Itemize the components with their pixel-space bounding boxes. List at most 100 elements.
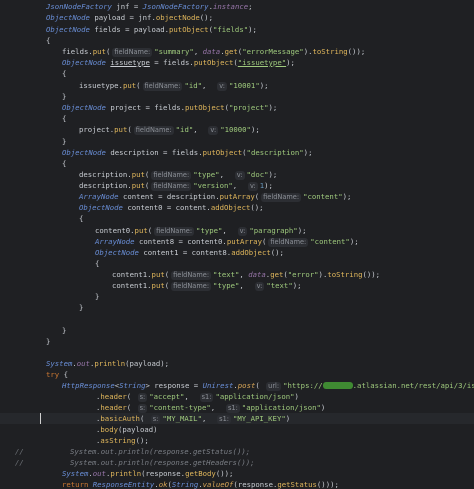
code-line[interactable]: { <box>0 258 474 269</box>
code-line[interactable]: content0.put(fieldName: "type", v: "paragr… <box>0 225 474 236</box>
code-line[interactable]: .header( s: "content-type", s1: "applicati… <box>0 402 474 413</box>
code-line[interactable]: content1.put(fieldName: "text", data.get(… <box>0 269 474 280</box>
code-text: .body(payload) <box>96 424 158 435</box>
code-token: content8 = content0. <box>134 237 227 246</box>
code-token: put <box>92 47 106 56</box>
code-line[interactable]: ObjectNode project = fields.putObject("p… <box>0 102 474 113</box>
code-editor[interactable]: JsonNodeFactory jnf = JsonNodeFactory.in… <box>0 0 474 489</box>
code-token: "type" <box>196 226 223 235</box>
code-line[interactable]: ObjectNode content1 = content8.addObject… <box>0 247 474 258</box>
code-line[interactable]: } <box>0 325 474 336</box>
code-token: ); <box>268 103 278 112</box>
code-line[interactable]: HttpResponse<String> response = Unirest.… <box>0 380 474 391</box>
code-line[interactable]: .header( s: "accept", s1: "application/jso… <box>0 391 474 402</box>
code-text: { <box>62 68 66 79</box>
code-line[interactable]: ObjectNode payload = jnf.objectNode(); <box>0 12 474 23</box>
code-line[interactable]: } <box>0 291 474 302</box>
code-line[interactable]: { <box>0 35 474 46</box>
code-line[interactable]: .body(payload) <box>0 424 474 435</box>
code-token: ResponseEntity <box>92 480 155 489</box>
parameter-hint: v: <box>237 226 248 236</box>
code-text: content0.put(fieldName: "type", v: "paragr… <box>95 225 306 236</box>
code-text: } <box>62 325 66 336</box>
parameter-hint: v: <box>254 281 265 291</box>
code-token: { <box>46 36 51 45</box>
code-line[interactable]: { <box>0 158 474 169</box>
code-token: ObjectNode <box>95 248 139 257</box>
code-line[interactable]: project.put(fieldName: "id", v: "10000"); <box>0 124 474 135</box>
code-token: "text" <box>266 281 293 290</box>
code-token: "https:// <box>283 381 323 390</box>
code-token: project. <box>79 125 115 134</box>
code-token: { <box>95 259 100 268</box>
code-token: , <box>193 47 203 56</box>
code-line[interactable]: issuetype.put(fieldName: "id", v: "10001")… <box>0 80 474 91</box>
code-line[interactable]: ObjectNode fields = payload.putObject("f… <box>0 24 474 35</box>
code-token: ) <box>285 414 291 423</box>
code-token: ( <box>164 270 170 279</box>
code-text: ObjectNode description = fields.putObjec… <box>62 147 312 158</box>
code-token: valueOf <box>202 480 234 489</box>
code-token: ); <box>286 58 295 67</box>
code-line[interactable]: } <box>0 136 474 147</box>
code-token: System.out.println(response.getStatus())… <box>70 447 251 456</box>
code-text: .basicAuth( s: "MY_MAIL", s1: "MY_API_KEY"… <box>96 413 290 424</box>
code-token: content0. <box>95 226 135 235</box>
code-line[interactable]: { <box>0 213 474 224</box>
code-line[interactable]: } <box>0 91 474 102</box>
code-line[interactable]: System.out.println(payload); <box>0 358 474 369</box>
code-token: "content" <box>303 192 343 201</box>
code-token: description. <box>79 181 132 190</box>
code-token: putObject <box>202 148 243 157</box>
code-token: ); <box>248 25 257 34</box>
code-line[interactable]: ObjectNode description = fields.putObjec… <box>0 147 474 158</box>
code-line[interactable]: try { <box>0 369 474 380</box>
code-line[interactable]: JsonNodeFactory jnf = JsonNodeFactory.in… <box>0 1 474 12</box>
code-line[interactable]: fields.put(fieldName: "summary", data.get… <box>0 46 474 57</box>
code-line[interactable]: // System.out.println(response.getStatus(… <box>0 446 474 457</box>
parameter-hint: s1: <box>199 392 214 402</box>
code-text: project.put(fieldName: "id", v: "10000"); <box>79 124 260 135</box>
code-token: instance <box>212 2 249 11</box>
code-token: (response. <box>233 480 278 489</box>
code-line[interactable]: content1.put(fieldName: "type", v: "text")… <box>0 280 474 291</box>
code-text: } <box>62 91 66 102</box>
code-token: ); <box>303 148 313 157</box>
code-line[interactable]: return ResponseEntity.ok(String.valueOf(… <box>0 479 474 489</box>
code-token: , <box>184 392 198 401</box>
code-token: ( <box>127 125 132 134</box>
code-token: post <box>237 381 256 390</box>
code-token: , <box>239 270 249 279</box>
code-token: ); <box>342 192 352 201</box>
code-token: "issuetype" <box>237 58 287 67</box>
code-line[interactable]: { <box>0 113 474 124</box>
code-line[interactable]: ObjectNode issuetype = fields.putObject(… <box>0 57 474 68</box>
code-token: "accept" <box>149 392 185 401</box>
code-token: getStatus <box>277 480 317 489</box>
code-line[interactable]: System.out.println(response.getBody()); <box>0 468 474 479</box>
code-line[interactable]: ArrayNode content8 = content0.putArray(f… <box>0 236 474 247</box>
code-line[interactable]: ArrayNode content = description.putArray… <box>0 191 474 202</box>
code-token: } <box>62 137 67 146</box>
code-token: , <box>219 170 233 179</box>
code-token: ArrayNode <box>79 192 119 201</box>
code-token: } <box>62 326 67 335</box>
code-token: "MY_MAIL" <box>162 414 202 423</box>
code-line[interactable]: { <box>0 68 474 79</box>
code-line[interactable]: } <box>0 336 474 347</box>
code-line[interactable]: description.put(fieldName: "version", v: 1… <box>0 180 474 191</box>
code-text: HttpResponse<String> response = Unirest.… <box>62 380 474 391</box>
code-line[interactable]: // System.out.println(response.getHeaders… <box>0 457 474 468</box>
code-text: ObjectNode fields = payload.putObject("f… <box>46 24 257 35</box>
code-line[interactable]: .basicAuth( s: "MY_MAIL", s1: "MY_API_KEY"… <box>0 413 474 424</box>
code-text: .header( s: "content-type", s1: "applicati… <box>96 402 325 413</box>
code-token: (); <box>270 248 284 257</box>
code-token: , <box>210 403 224 412</box>
code-line[interactable]: ObjectNode content0 = content.addObject(… <box>0 202 474 213</box>
code-token: "10001" <box>228 81 260 90</box>
code-line[interactable]: } <box>0 302 474 313</box>
code-line[interactable]: .asString(); <box>0 435 474 446</box>
text-caret <box>40 413 41 424</box>
code-token: HttpResponse <box>62 381 115 390</box>
code-line[interactable]: description.put(fieldName: "type", v: "doc… <box>0 169 474 180</box>
